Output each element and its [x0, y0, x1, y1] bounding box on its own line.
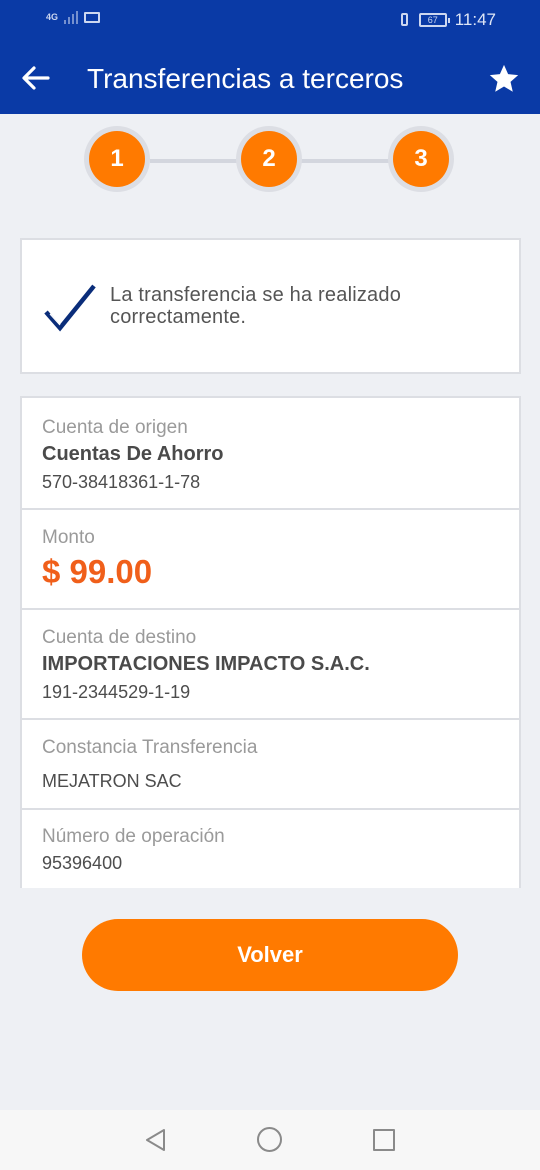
origin-label: Cuenta de origen [42, 417, 188, 438]
nav-recent-icon[interactable] [373, 1129, 395, 1151]
operation-number: 95396400 [42, 853, 123, 873]
receipt-label: Constancia Transferencia [42, 737, 258, 758]
receipt-row: Constancia Transferencia MEJATRON SAC [22, 720, 519, 810]
favorite-button[interactable] [487, 62, 521, 96]
checkmark-icon [44, 284, 96, 332]
back-button[interactable] [18, 60, 54, 96]
amount-row: Monto $ 99.00 [22, 510, 519, 610]
step-2: 2 [236, 126, 302, 192]
status-time: 11:47 [454, 10, 496, 29]
battery-icon: 67 [418, 13, 450, 27]
destination-account-name: IMPORTACIONES IMPACTO S.A.C. [42, 653, 370, 675]
star-icon [489, 64, 519, 92]
back-arrow-icon [22, 66, 50, 90]
operation-label: Número de operación [42, 826, 225, 847]
origin-account-row: Cuenta de origen Cuentas De Ahorro 570-3… [22, 398, 519, 510]
amount-label: Monto [42, 527, 95, 548]
transfer-details-card: Cuenta de origen Cuentas De Ahorro 570-3… [20, 396, 521, 888]
progress-stepper: 1 2 3 [0, 126, 540, 196]
step-connector [150, 159, 240, 163]
nav-home-icon[interactable] [257, 1127, 282, 1152]
step-connector [300, 159, 390, 163]
origin-account-name: Cuentas De Ahorro [42, 443, 224, 465]
success-message: La transferencia se ha realizado correct… [110, 284, 402, 328]
laptop-icon [84, 11, 101, 23]
signal-icon [64, 10, 79, 24]
app-header: 4G 67 11:47 Transferencias a terceros [0, 0, 540, 114]
step-1: 1 [84, 126, 150, 192]
vibrate-icon [397, 12, 411, 28]
amount-value: $ 99.00 [42, 553, 153, 590]
success-card: La transferencia se ha realizado correct… [20, 238, 521, 374]
nav-back-icon[interactable] [143, 1127, 167, 1153]
destination-account-number: 191-2344529-1-19 [42, 682, 191, 702]
volver-button[interactable]: Volver [82, 919, 458, 991]
destination-account-row: Cuenta de destino IMPORTACIONES IMPACTO … [22, 610, 519, 720]
step-3: 3 [388, 126, 454, 192]
network-indicator: 4G [46, 11, 59, 22]
origin-account-number: 570-38418361-1-78 [42, 472, 201, 492]
system-nav-bar [0, 1110, 540, 1170]
status-bar: 4G 67 11:47 [0, 0, 540, 40]
operation-row: Número de operación 95396400 [22, 810, 519, 888]
receipt-value: MEJATRON SAC [42, 771, 182, 791]
page-title: Transferencias a terceros [87, 63, 404, 94]
destination-label: Cuenta de destino [42, 627, 197, 648]
